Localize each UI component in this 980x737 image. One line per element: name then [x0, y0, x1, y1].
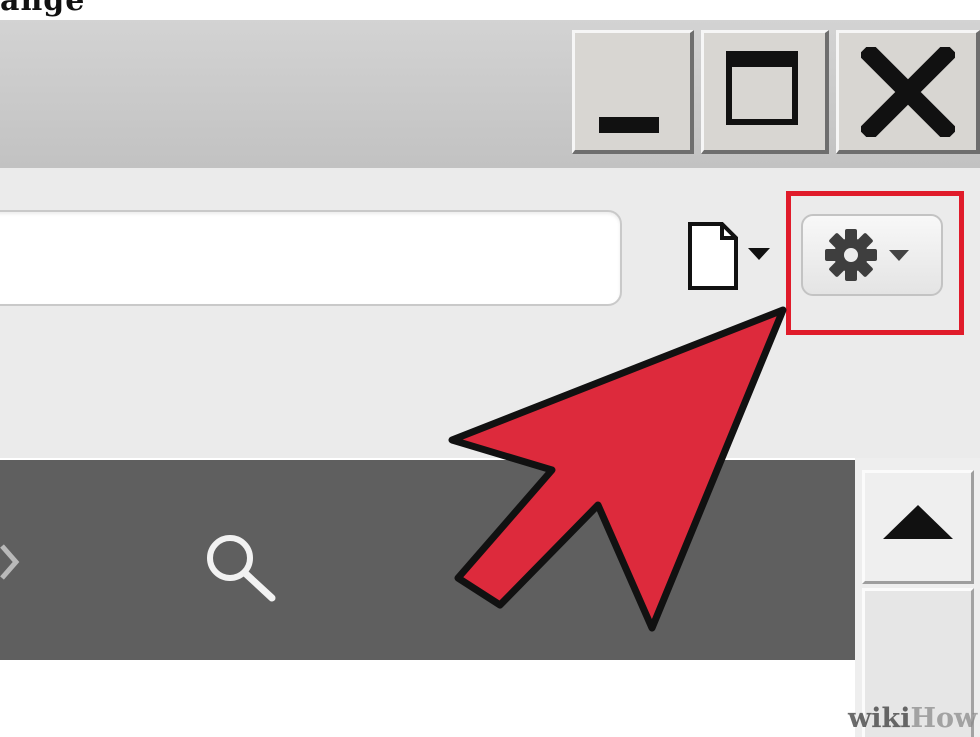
- tools-button[interactable]: [801, 214, 943, 296]
- page-icon: [688, 222, 770, 290]
- search-icon[interactable]: [200, 528, 286, 608]
- watermark-wiki: wiki: [848, 703, 911, 734]
- wikihow-watermark: wikiHow: [848, 700, 980, 737]
- close-button[interactable]: [836, 30, 980, 154]
- search-toolbar: [0, 460, 855, 660]
- address-bar[interactable]: [0, 210, 622, 306]
- content-area: [0, 660, 855, 737]
- chevron-down-icon: [748, 248, 770, 260]
- partial-title-text: ange: [0, 0, 86, 18]
- partial-icon: [0, 544, 20, 580]
- close-icon: [861, 47, 955, 137]
- watermark-how: How: [910, 703, 978, 734]
- scroll-up-button[interactable]: [862, 470, 974, 584]
- tools-chevron-down-icon: [889, 250, 909, 261]
- maximize-icon: [726, 51, 798, 125]
- title-bar: [0, 20, 980, 168]
- gear-icon: [825, 229, 909, 281]
- minimize-button[interactable]: [572, 30, 694, 154]
- maximize-button[interactable]: [701, 30, 829, 154]
- minimize-icon: [599, 117, 659, 133]
- page-menu-button[interactable]: [682, 220, 782, 292]
- arrow-up-icon: [883, 505, 953, 539]
